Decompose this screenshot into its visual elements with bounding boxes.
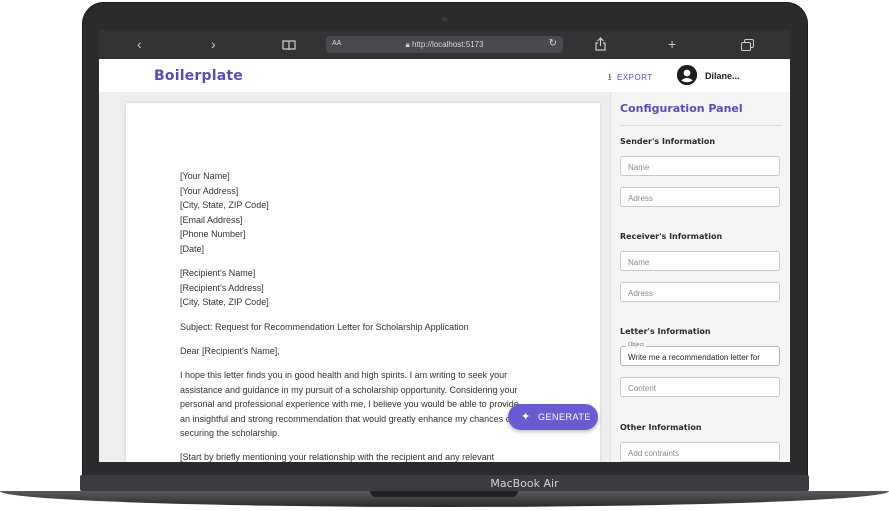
configuration-panel: Configuration Panel Sender's Information… <box>610 92 790 462</box>
letter-line: I hope this letter finds you in good hea… <box>180 369 508 380</box>
camera-dot <box>442 17 447 22</box>
base-notch <box>370 491 518 497</box>
letter-line: [Start by briefly mentioning your relati… <box>180 452 495 462</box>
brand-logo[interactable]: Boilerplate <box>154 68 243 84</box>
sender-section-title: Sender's Information <box>620 137 716 146</box>
letter-line: an insightful and strong recommendation … <box>180 413 514 424</box>
sender-block: [Your Name] [Your Address] [City, State,… <box>180 169 550 257</box>
letter-line: [City, State, ZIP Code] <box>180 200 269 211</box>
new-tab-plus-icon[interactable]: + <box>668 36 676 52</box>
letter-line: [Email Address] <box>180 214 243 225</box>
letter-paragraph: [Start by briefly mentioning your relati… <box>180 450 550 462</box>
receiver-section-title: Receiver's Information <box>620 232 723 241</box>
object-value: Write me a recommendation letter for <box>628 353 760 362</box>
sender-address-input[interactable]: Adress <box>620 187 780 207</box>
address-bar[interactable]: AA 🔒︎ http://localhost:5173 ↻ <box>326 36 563 53</box>
app-header: Boilerplate ⭳ EXPORT Dilane... <box>99 59 790 93</box>
receiver-name-input[interactable]: Name <box>620 251 780 271</box>
receiver-address-input[interactable]: Adress <box>620 282 780 302</box>
generate-button[interactable]: ✦ GENERATE <box>508 404 598 430</box>
generate-label: GENERATE <box>538 412 591 422</box>
forward-icon[interactable]: › <box>211 36 216 52</box>
book-icon[interactable] <box>282 38 296 54</box>
avatar[interactable] <box>677 65 697 85</box>
sparkle-icon: ✦ <box>521 411 531 423</box>
letter-body: [Your Name] [Your Address] [City, State,… <box>180 169 550 462</box>
object-input[interactable]: Object Write me a recommendation letter … <box>620 342 780 366</box>
constraints-input[interactable]: Add contraints <box>620 442 780 462</box>
letter-greeting: Dear [Recipient's Name], <box>180 345 280 356</box>
letter-paragraph: I hope this letter finds you in good hea… <box>180 368 550 441</box>
object-label: Object <box>626 342 646 348</box>
letter-line: assistance and guidance in my pursuit of… <box>180 384 518 395</box>
letter-line: [Your Address] <box>180 185 239 196</box>
letter-line: [Recipient's Name] <box>180 268 256 279</box>
recipient-block: [Recipient's Name] [Recipient's Address]… <box>180 266 550 310</box>
divider <box>620 125 782 126</box>
letter-line: [Phone Number] <box>180 229 246 240</box>
user-name[interactable]: Dilane... <box>705 71 740 81</box>
base-hinge: MacBook Air <box>80 475 809 491</box>
config-title: Configuration Panel <box>620 102 743 115</box>
url-text: 🔒︎ http://localhost:5173 <box>326 40 563 50</box>
screen: ‹ › AA 🔒︎ http://localhost:5173 ↻ + Boil… <box>99 30 790 462</box>
export-label: EXPORT <box>617 73 653 82</box>
letter-line: [Your Name] <box>180 171 230 181</box>
share-icon[interactable] <box>595 37 606 54</box>
user-icon <box>677 65 697 85</box>
url-value: http://localhost:5173 <box>411 40 484 49</box>
letter-line: [City, State, ZIP Code] <box>180 297 269 308</box>
letter-line: personal and professional experience wit… <box>180 399 519 410</box>
letter-line: [Recipient's Address] <box>180 282 264 293</box>
other-section-title: Other Information <box>620 423 702 432</box>
letter-subject: Subject: Request for Recommendation Lett… <box>180 321 469 332</box>
reload-icon[interactable]: ↻ <box>549 38 557 49</box>
lock-icon: 🔒︎ <box>405 40 410 49</box>
letter-line: [Date] <box>180 243 205 254</box>
letter-line: securing the scholarship. <box>180 428 280 439</box>
download-icon: ⭳ <box>608 72 612 83</box>
back-icon[interactable]: ‹ <box>137 36 142 52</box>
content-input[interactable]: Content <box>620 377 780 397</box>
laptop-base: MacBook Air <box>0 475 889 511</box>
sender-name-input[interactable]: Name <box>620 156 780 176</box>
export-button[interactable]: ⭳ EXPORT <box>608 70 653 87</box>
browser-toolbar: ‹ › AA 🔒︎ http://localhost:5173 ↻ + <box>99 30 790 59</box>
device-label: MacBook Air <box>490 477 559 490</box>
letter-section-title: Letter's Information <box>620 327 711 336</box>
tabs-icon[interactable] <box>741 38 754 54</box>
